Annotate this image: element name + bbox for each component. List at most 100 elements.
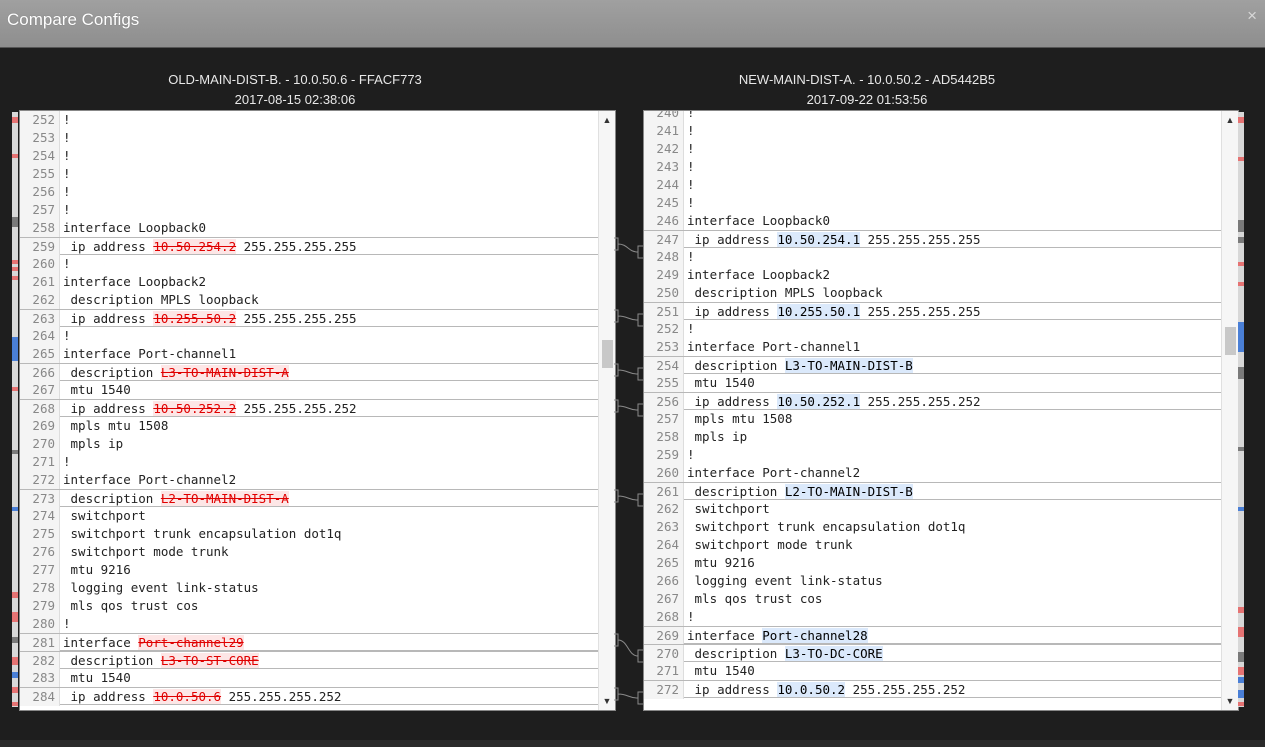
overview-marker bbox=[1238, 627, 1244, 637]
overview-marker bbox=[12, 507, 18, 511]
code-line: 268! bbox=[644, 608, 1221, 626]
code-line: 283 mtu 1540 bbox=[20, 669, 598, 687]
right-code-view[interactable]: 240! 241! 242! 243! 244! 245! 246 interface Loo… bbox=[644, 111, 1221, 699]
left-config-header: OLD-MAIN-DIST-B. - 10.0.50.6 - FFACF773 … bbox=[100, 70, 490, 110]
line-number: 265 bbox=[20, 345, 60, 363]
diff-changed-line: 282 description L3-TO-ST-CORE bbox=[20, 651, 598, 670]
overview-marker bbox=[12, 337, 18, 361]
code-line: 244! bbox=[644, 176, 1221, 194]
diff-connector bbox=[614, 399, 643, 417]
code-line: 253 interface Port-channel1 bbox=[644, 338, 1221, 356]
code-text: interface Port-channel1 bbox=[63, 346, 237, 361]
deleted-text: Port-channel29 bbox=[138, 635, 244, 650]
line-number: 260 bbox=[20, 255, 60, 273]
code-line: 278 logging event link-status bbox=[20, 579, 598, 597]
line-content: ! bbox=[684, 321, 695, 336]
overview-marker bbox=[12, 276, 18, 280]
code-text: switchport trunk encapsulation dot1q bbox=[63, 526, 342, 541]
code-line: 267 mls qos trust cos bbox=[644, 590, 1221, 608]
line-content: description MPLS loopback bbox=[684, 285, 883, 300]
code-line: 276 switchport mode trunk bbox=[20, 543, 598, 561]
code-text: ! bbox=[63, 166, 71, 181]
code-line: 277 mtu 9216 bbox=[20, 561, 598, 579]
diff-changed-line: 266 description L3-TO-MAIN-DIST-A bbox=[20, 363, 598, 382]
code-text: ! bbox=[687, 447, 695, 462]
overview-marker bbox=[1238, 117, 1244, 123]
line-number: 246 bbox=[644, 212, 684, 230]
code-text: ! bbox=[63, 616, 71, 631]
code-text: interface Loopback0 bbox=[63, 220, 206, 235]
scroll-up-arrow-icon[interactable]: ▲ bbox=[599, 113, 615, 127]
line-number: 254 bbox=[644, 357, 684, 375]
code-line: 257! bbox=[20, 201, 598, 219]
line-number: 248 bbox=[644, 248, 684, 266]
inserted-text: 10.0.50.2 bbox=[777, 682, 846, 697]
left-device-info: OLD-MAIN-DIST-B. - 10.0.50.6 - FFACF773 bbox=[168, 72, 422, 87]
code-text: 255.255.255.252 bbox=[845, 682, 966, 697]
code-line: 264! bbox=[20, 327, 598, 345]
code-line: 254! bbox=[20, 147, 598, 165]
code-line: 248! bbox=[644, 248, 1221, 266]
line-number: 258 bbox=[20, 219, 60, 237]
line-content: ! bbox=[60, 112, 71, 127]
line-content: ! bbox=[60, 202, 71, 217]
code-line: 274 switchport bbox=[20, 507, 598, 525]
line-content: interface Port-channel1 bbox=[684, 339, 860, 354]
line-number: 262 bbox=[644, 500, 684, 518]
code-line: 256! bbox=[20, 183, 598, 201]
line-content: description MPLS loopback bbox=[60, 292, 259, 307]
code-text: interface Loopback0 bbox=[687, 213, 830, 228]
code-text: mtu 9216 bbox=[63, 562, 131, 577]
line-number: 274 bbox=[20, 507, 60, 525]
code-line: 250 description MPLS loopback bbox=[644, 284, 1221, 302]
line-content: switchport bbox=[684, 501, 770, 516]
line-content: description L2-TO-MAIN-DIST-B bbox=[684, 484, 913, 499]
line-content: switchport bbox=[60, 508, 146, 523]
line-number: 263 bbox=[644, 518, 684, 536]
left-scrollbar-thumb[interactable] bbox=[602, 340, 613, 368]
deleted-text: L3-TO-ST-CORE bbox=[160, 653, 259, 668]
line-content: mtu 1540 bbox=[684, 375, 755, 390]
code-line: 270 mpls ip bbox=[20, 435, 598, 453]
line-number: 245 bbox=[644, 194, 684, 212]
overview-marker bbox=[12, 217, 18, 227]
line-number: 252 bbox=[20, 111, 60, 129]
diff-changed-line: 284 ip address 10.0.50.6 255.255.255.252 bbox=[20, 687, 598, 706]
code-text: description bbox=[687, 358, 785, 373]
overview-marker bbox=[1238, 667, 1244, 675]
code-text: 255.255.255.252 bbox=[221, 689, 342, 704]
deleted-text: L3-TO-MAIN-DIST-A bbox=[160, 365, 289, 380]
line-number: 249 bbox=[644, 266, 684, 284]
line-content: description L3-TO-ST-CORE bbox=[60, 653, 259, 668]
line-content: ip address 10.255.50.2 255.255.255.255 bbox=[60, 311, 357, 326]
code-text: mtu 1540 bbox=[687, 375, 755, 390]
line-number: 253 bbox=[644, 338, 684, 356]
code-text: interface Port-channel2 bbox=[687, 465, 861, 480]
line-content: ! bbox=[60, 454, 71, 469]
overview-marker bbox=[1238, 157, 1244, 161]
scroll-down-arrow-icon[interactable]: ▼ bbox=[1222, 694, 1238, 708]
overview-marker bbox=[12, 154, 18, 158]
left-diff-overview-ruler[interactable] bbox=[12, 112, 18, 707]
right-scrollbar-thumb[interactable] bbox=[1225, 327, 1236, 355]
line-number: 268 bbox=[20, 400, 60, 418]
right-config-pane[interactable]: 240! 241! 242! 243! 244! 245! 246 interface Loo… bbox=[643, 110, 1239, 711]
right-diff-overview-ruler[interactable] bbox=[1238, 112, 1244, 707]
code-line: 260! bbox=[20, 255, 598, 273]
left-code-view[interactable]: 252! 253! 254! 255! 256! 257! 258 interface Loo… bbox=[20, 111, 598, 706]
line-number: 272 bbox=[644, 681, 684, 699]
line-number: 270 bbox=[644, 645, 684, 663]
line-content: mtu 1540 bbox=[60, 382, 131, 397]
line-number: 254 bbox=[20, 147, 60, 165]
scroll-up-arrow-icon[interactable]: ▲ bbox=[1222, 113, 1238, 127]
line-number: 283 bbox=[20, 669, 60, 687]
close-icon[interactable]: × bbox=[1247, 6, 1257, 26]
right-timestamp: 2017-09-22 01:53:56 bbox=[806, 92, 928, 107]
scroll-down-arrow-icon[interactable]: ▼ bbox=[599, 694, 615, 708]
left-scrollbar[interactable]: ▲ ▼ bbox=[598, 111, 615, 710]
line-number: 244 bbox=[644, 176, 684, 194]
left-config-pane[interactable]: 252! 253! 254! 255! 256! 257! 258 interface Loo… bbox=[19, 110, 616, 711]
deleted-text: 10.50.254.2 bbox=[153, 239, 237, 254]
code-text: ! bbox=[687, 159, 695, 174]
right-scrollbar[interactable]: ▲ ▼ bbox=[1221, 111, 1238, 710]
